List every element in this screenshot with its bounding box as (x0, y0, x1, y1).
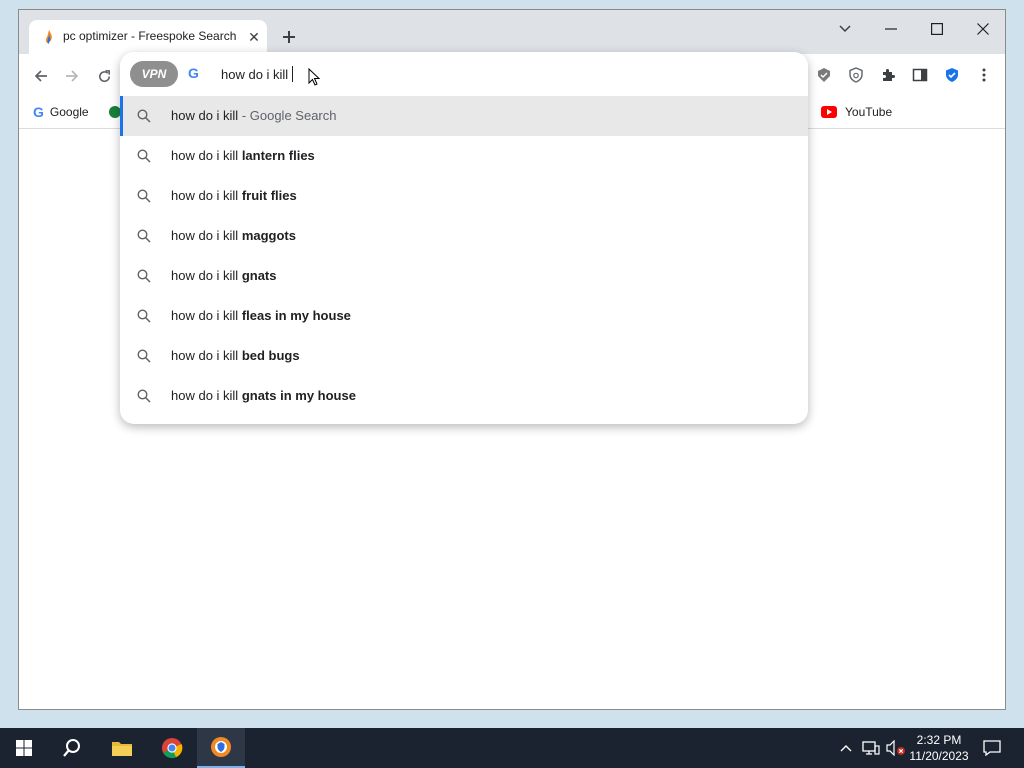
clock-time: 2:32 PM (916, 733, 962, 747)
back-button[interactable] (29, 64, 53, 88)
tab-strip: pc optimizer - Freespoke Search ✕ (19, 10, 1005, 54)
arrow-left-icon (34, 70, 47, 82)
maximize-icon (931, 23, 943, 35)
puzzle-icon (883, 69, 895, 81)
omnibox-dropdown: VPN G how do i kill how do i kill - Goog… (120, 52, 808, 424)
tab-search-button[interactable] (822, 14, 868, 44)
network-button[interactable] (861, 738, 881, 758)
google-icon: G (33, 104, 44, 120)
plus-icon (283, 31, 295, 43)
start-button[interactable] (0, 728, 48, 768)
freespoke-favicon-icon (45, 30, 52, 44)
tab-close-icon[interactable]: ✕ (245, 28, 263, 46)
google-search-engine-icon: G (188, 65, 199, 81)
reload-icon (98, 69, 110, 82)
forward-button[interactable] (60, 64, 84, 88)
suggestion-text: how do i kill gnats (171, 268, 277, 283)
search-icon (137, 349, 151, 363)
vpn-button[interactable]: VPN (130, 61, 178, 87)
notification-icon (983, 740, 1001, 756)
suggestion-item[interactable]: how do i kill maggots (120, 216, 808, 256)
extensions-button[interactable] (877, 64, 899, 86)
suggestion-item[interactable]: how do i kill - Google Search (120, 96, 808, 136)
suggestion-item[interactable]: how do i kill bed bugs (120, 336, 808, 376)
new-tab-button[interactable] (278, 26, 300, 48)
suggestion-text: how do i kill bed bugs (171, 348, 300, 363)
suggestion-item[interactable]: how do i kill lantern flies (120, 136, 808, 176)
suggestion-text: how do i kill lantern flies (171, 148, 315, 163)
active-tab[interactable]: pc optimizer - Freespoke Search ✕ (29, 20, 267, 54)
search-icon (137, 109, 151, 123)
taskbar-search-button[interactable] (48, 728, 96, 768)
minimize-icon (885, 28, 897, 30)
notifications-button[interactable] (980, 738, 1004, 758)
search-icon (137, 229, 151, 243)
search-icon (137, 269, 151, 283)
chrome-icon (162, 738, 183, 759)
tab-title: pc optimizer - Freespoke Search (63, 29, 237, 43)
freespoke-browser-icon (211, 737, 231, 757)
privacy-shield-icon (849, 67, 863, 83)
close-window-button[interactable] (960, 14, 1006, 44)
suggestion-text: how do i kill fleas in my house (171, 308, 351, 323)
search-icon (63, 739, 80, 757)
search-icon (137, 189, 151, 203)
minimize-button[interactable] (868, 14, 914, 44)
search-icon (137, 149, 151, 163)
maximize-button[interactable] (914, 14, 960, 44)
suggestion-text: how do i kill - Google Search (171, 108, 337, 123)
arrow-right-icon (66, 70, 79, 82)
search-icon (137, 389, 151, 403)
mouse-pointer-icon (308, 68, 320, 86)
windows-icon (16, 740, 32, 756)
taskbar: 2:32 PM 11/20/2023 (0, 728, 1024, 768)
file-explorer-button[interactable] (98, 728, 146, 768)
suggestion-item[interactable]: how do i kill fruit flies (120, 176, 808, 216)
folder-icon (112, 742, 132, 756)
volume-muted-icon (886, 740, 905, 756)
bookmark-youtube[interactable]: YouTube (821, 102, 892, 122)
menu-button[interactable] (973, 64, 995, 86)
suggestion-text: how do i kill fruit flies (171, 188, 297, 203)
blue-shield-icon (946, 68, 958, 82)
side-panel-icon (912, 68, 928, 82)
bookmark-label: Google (49, 105, 89, 119)
youtube-icon (821, 106, 837, 118)
bookmark-label: YouTube (845, 105, 893, 119)
suggestion-text: how do i kill gnats in my house (171, 388, 356, 403)
side-panel-button[interactable] (909, 64, 931, 86)
extension-privacy-button[interactable] (845, 64, 867, 86)
bookmark-google[interactable]: G Google (33, 102, 89, 122)
clock-date: 11/20/2023 (909, 749, 969, 763)
reload-button[interactable] (92, 64, 116, 88)
chrome-taskbar-button[interactable] (148, 728, 196, 768)
close-icon (977, 23, 989, 35)
chevron-down-icon (839, 25, 851, 33)
address-bar-input[interactable]: how do i kill (221, 66, 294, 82)
search-icon (137, 309, 151, 323)
address-bar-text: how do i kill (221, 67, 289, 82)
extension-shield-check-button[interactable] (813, 64, 835, 86)
taskbar-clock[interactable]: 2:32 PM 11/20/2023 (905, 732, 973, 764)
vpn-label: VPN (141, 67, 167, 81)
text-caret (292, 66, 294, 82)
more-vert-icon (982, 68, 986, 82)
show-hidden-icons-button[interactable] (838, 738, 854, 758)
volume-button[interactable] (885, 738, 907, 758)
suggestion-item[interactable]: how do i kill gnats (120, 256, 808, 296)
freespoke-taskbar-button[interactable] (197, 728, 245, 768)
suggestion-text: how do i kill maggots (171, 228, 296, 243)
shield-check-icon (818, 68, 830, 82)
extension-blue-shield-button[interactable] (941, 64, 963, 86)
suggestion-item[interactable]: how do i kill gnats in my house (120, 376, 808, 416)
chevron-up-icon (840, 745, 852, 752)
suggestion-item[interactable]: how do i kill fleas in my house (120, 296, 808, 336)
network-icon (862, 741, 880, 755)
